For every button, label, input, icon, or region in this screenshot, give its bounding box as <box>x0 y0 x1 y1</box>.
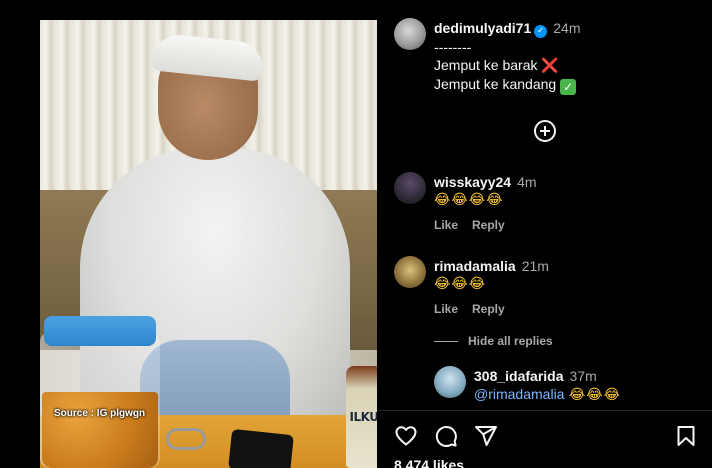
comment-icon[interactable] <box>434 424 458 448</box>
video-player[interactable]: ILKU Source : IG plgwgn <box>40 20 377 468</box>
post-action-bar <box>394 424 698 450</box>
snack-jar-lid <box>44 316 156 346</box>
comment-actions: Like Reply <box>434 218 704 232</box>
reply-time[interactable]: 37m <box>570 368 597 384</box>
verified-badge-icon: ✓ <box>534 25 548 38</box>
reply-mention-link[interactable]: @rimadamalia <box>474 386 564 402</box>
avatar[interactable] <box>394 172 426 204</box>
cross-mark-icon: ❌ <box>541 58 559 74</box>
likes-count[interactable]: 8,474 likes <box>394 457 464 468</box>
caption-line-2: Jemput ke barak ❌ <box>434 56 704 75</box>
hide-replies-label: Hide all replies <box>468 334 553 348</box>
video-watermark: Source : IG plgwgn <box>54 408 146 419</box>
comment-time[interactable]: 4m <box>517 174 536 190</box>
caption-line-3-text: Jemput ke kandang <box>434 76 557 92</box>
comments-panel: dedimulyadi71 ✓ 24m -------- Jemput ke bar… <box>378 0 712 468</box>
reply-comment-button[interactable]: Reply <box>472 302 505 316</box>
share-icon[interactable] <box>474 424 498 448</box>
comment-time[interactable]: 21m <box>522 258 549 274</box>
reply-comment-button[interactable]: Reply <box>472 218 505 232</box>
reply-body: 308_idafarida 37m @rimadamalia 😂😂😂 <box>474 368 704 404</box>
caption-line-1: -------- <box>434 39 472 55</box>
panel-divider <box>378 410 712 411</box>
keys <box>166 428 206 450</box>
phone-on-table <box>228 428 294 468</box>
caption-line-3: Jemput ke kandang ✓ <box>434 75 704 95</box>
bookmark-icon[interactable] <box>674 424 698 448</box>
check-mark-icon: ✓ <box>560 79 577 95</box>
comment-body: wisskayy24 4m 😂😂😂😂 Like Reply <box>434 174 704 232</box>
caption-time[interactable]: 24m <box>553 20 580 36</box>
avatar[interactable] <box>434 366 466 398</box>
snack-jar-contents <box>42 392 158 468</box>
comment-username[interactable]: wisskayy24 <box>434 174 511 190</box>
avatar[interactable] <box>394 256 426 288</box>
comment-body: rimadamalia 21m 😂😂😂 Like Reply <box>434 258 704 316</box>
add-circle-icon[interactable] <box>534 120 556 142</box>
reply-username[interactable]: 308_idafarida <box>474 368 564 384</box>
hide-replies-button[interactable]: Hide all replies <box>434 334 553 348</box>
caption-username[interactable]: dedimulyadi71 <box>434 20 531 36</box>
comment-actions: Like Reply <box>434 302 704 316</box>
avatar[interactable] <box>394 18 426 50</box>
heart-icon[interactable] <box>394 424 418 448</box>
like-comment-button[interactable]: Like <box>434 218 458 232</box>
bottle-label: ILKU <box>349 410 377 424</box>
comment-text: 😂😂😂😂 <box>434 192 504 208</box>
reply-text: 😂😂😂 <box>568 387 621 403</box>
post-media: ILKU Source : IG plgwgn <box>0 0 378 468</box>
caption-body: dedimulyadi71 ✓ 24m -------- Jemput ke bar… <box>434 20 704 95</box>
comment-username[interactable]: rimadamalia <box>434 258 516 274</box>
like-comment-button[interactable]: Like <box>434 302 458 316</box>
replies-divider <box>434 341 458 343</box>
caption-line-2-text: Jemput ke barak <box>434 57 538 73</box>
comment-text: 😂😂😂 <box>434 276 487 292</box>
